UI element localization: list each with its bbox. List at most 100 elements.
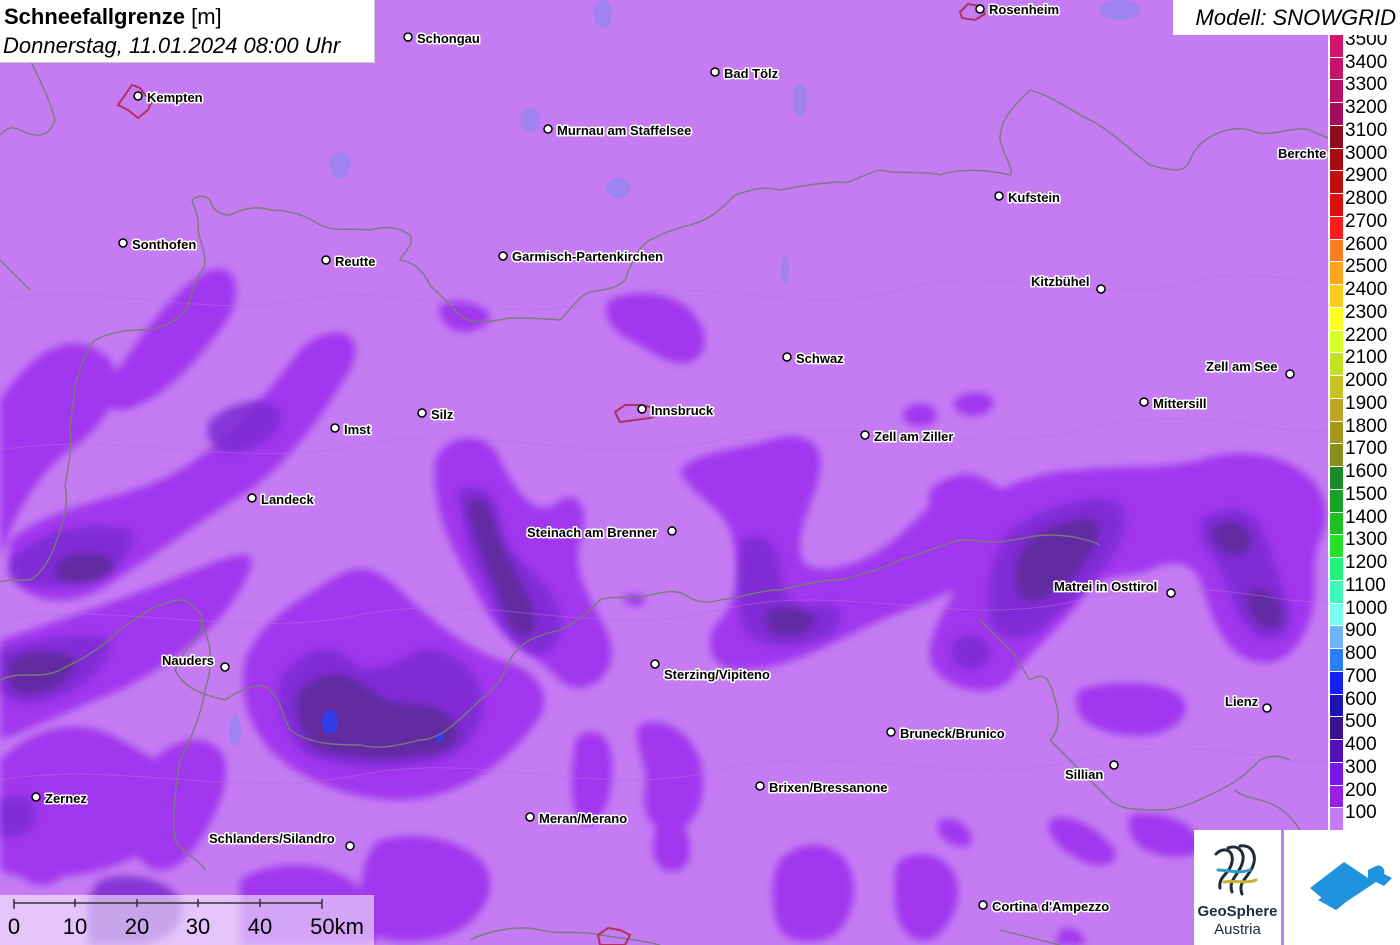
legend-label: 1900 xyxy=(1345,392,1388,414)
legend-label: 3200 xyxy=(1345,97,1388,119)
legend-row-300: 300 xyxy=(1328,755,1400,786)
city-marker-schongau[interactable] xyxy=(403,32,413,42)
city-label-innsbruck: Innsbruck xyxy=(651,403,714,418)
city-label-cortina: Cortina d'Ampezzo xyxy=(992,899,1109,914)
legend-row-2600: 2600 xyxy=(1328,232,1400,263)
city-label-imst: Imst xyxy=(344,422,371,437)
city-marker-zernez[interactable] xyxy=(31,792,41,802)
legend-label: 3000 xyxy=(1345,142,1388,164)
geosphere-subname: Austria xyxy=(1214,921,1261,938)
city-label-brixen: Brixen/Bressanone xyxy=(769,780,888,795)
legend-label: 1700 xyxy=(1345,438,1388,460)
legend-row-900: 900 xyxy=(1328,618,1400,650)
city-marker-garmisch[interactable] xyxy=(498,251,508,261)
city-marker-schwaz[interactable] xyxy=(782,352,792,362)
legend-label: 2900 xyxy=(1345,165,1388,187)
city-label-kufstein: Kufstein xyxy=(1008,190,1060,205)
city-marker-kempten[interactable] xyxy=(133,91,143,101)
scale-label-10: 10 xyxy=(62,914,88,939)
legend-row-2400: 2400 xyxy=(1328,277,1400,308)
parameter-unit: [m] xyxy=(191,4,222,29)
legend-label: 2800 xyxy=(1345,188,1388,210)
legend-row-2700: 2700 xyxy=(1328,209,1400,240)
scale-label-30: 30 xyxy=(185,914,211,939)
city-marker-sterzing[interactable] xyxy=(650,659,660,669)
city-marker-steinach[interactable] xyxy=(667,526,677,536)
legend-label: 1400 xyxy=(1345,506,1388,528)
city-label-matrei: Matrei in Osttirol xyxy=(1054,579,1157,594)
city-label-sillian: Sillian xyxy=(1065,767,1103,782)
city-label-reutte: Reutte xyxy=(335,254,375,269)
city-marker-lienz[interactable] xyxy=(1262,703,1272,713)
city-label-meran: Meran/Merano xyxy=(539,811,627,826)
legend-label: 500 xyxy=(1345,711,1377,733)
city-marker-sonthofen[interactable] xyxy=(118,238,128,248)
city-marker-cortina[interactable] xyxy=(978,900,988,910)
city-marker-matrei[interactable] xyxy=(1166,588,1176,598)
city-marker-bad-toelz[interactable] xyxy=(710,67,720,77)
legend-row-1800: 1800 xyxy=(1328,414,1400,445)
legend-label: 900 xyxy=(1345,620,1377,642)
legend-row-800: 800 xyxy=(1328,641,1400,672)
legend-label: 300 xyxy=(1345,756,1377,778)
legend-label: 3400 xyxy=(1345,51,1388,73)
city-marker-schlanders[interactable] xyxy=(345,841,355,851)
city-label-schongau: Schongau xyxy=(417,31,480,46)
city-label-nauders: Nauders xyxy=(162,653,214,668)
city-label-garmisch: Garmisch-Partenkirchen xyxy=(512,249,663,264)
city-marker-murnau[interactable] xyxy=(543,124,553,134)
city-label-bad-toelz: Bad Tölz xyxy=(724,66,779,81)
legend-label: 1000 xyxy=(1345,597,1388,619)
city-marker-kitzbuehel[interactable] xyxy=(1096,284,1106,294)
legend-label: 100 xyxy=(1345,802,1377,824)
legend-row-3000: 3000 xyxy=(1328,141,1400,172)
legend-row-2900: 2900 xyxy=(1328,163,1400,195)
legend-row-1100: 1100 xyxy=(1328,573,1400,604)
legend-label: 1100 xyxy=(1345,574,1386,596)
city-marker-zell-am-see[interactable] xyxy=(1285,369,1295,379)
geosphere-logo[interactable]: GeoSphere Austria xyxy=(1194,830,1281,945)
legend-row-1900: 1900 xyxy=(1328,391,1400,422)
geosphere-name: GeoSphere xyxy=(1197,903,1278,920)
city-label-schlanders: Schlanders/Silandro xyxy=(209,831,335,846)
city-marker-imst[interactable] xyxy=(330,423,340,433)
city-marker-mittersill[interactable] xyxy=(1139,397,1149,407)
city-label-rosenheim: Rosenheim xyxy=(989,2,1059,17)
map-title: Schneefallgrenze [m] xyxy=(4,4,222,30)
legend-label: 1200 xyxy=(1345,552,1388,574)
scale-label-50km: 50km xyxy=(310,914,364,939)
model-label-box: Modell: SNOWGRID xyxy=(1173,0,1400,35)
city-marker-bruneck[interactable] xyxy=(886,727,896,737)
legend-label: 2000 xyxy=(1345,370,1388,392)
city-marker-kufstein[interactable] xyxy=(994,191,1004,201)
legend-row-3500: 3500 xyxy=(1328,35,1400,58)
legend-row-2000: 2000 xyxy=(1328,368,1400,399)
legend-row-600: 600 xyxy=(1328,687,1400,718)
legend-row-500: 500 xyxy=(1328,709,1400,741)
legend-row-3100: 3100 xyxy=(1328,118,1400,149)
city-marker-zell-am-ziller[interactable] xyxy=(860,430,870,440)
city-marker-reutte[interactable] xyxy=(321,255,331,265)
legend-label: 700 xyxy=(1345,665,1377,687)
city-marker-sillian[interactable] xyxy=(1109,760,1119,770)
legend-label: 800 xyxy=(1345,643,1377,665)
legend-label: 1300 xyxy=(1345,529,1388,551)
city-marker-landeck[interactable] xyxy=(247,493,257,503)
city-marker-innsbruck[interactable] xyxy=(637,404,647,414)
city-label-zell-am-see: Zell am See xyxy=(1206,359,1278,374)
city-marker-meran[interactable] xyxy=(525,812,535,822)
city-marker-brixen[interactable] xyxy=(755,781,765,791)
city-label-kempten: Kempten xyxy=(147,90,203,105)
legend-label: 2200 xyxy=(1345,324,1388,346)
city-label-zell-am-ziller: Zell am Ziller xyxy=(874,429,953,444)
snowfall-line-map[interactable]: Rosenheim Schongau Bad Tölz Kempten Murn… xyxy=(0,0,1400,945)
legend-label: 3100 xyxy=(1345,119,1388,141)
city-marker-silz[interactable] xyxy=(417,408,427,418)
city-label-bruneck: Bruneck/Brunico xyxy=(900,726,1005,741)
legend-label: 2700 xyxy=(1345,210,1388,232)
snowgrid-logo[interactable] xyxy=(1284,830,1400,945)
city-marker-rosenheim[interactable] xyxy=(975,4,985,14)
model-label: Modell: SNOWGRID xyxy=(1195,5,1396,30)
city-label-landeck: Landeck xyxy=(261,492,315,507)
city-marker-nauders[interactable] xyxy=(220,662,230,672)
